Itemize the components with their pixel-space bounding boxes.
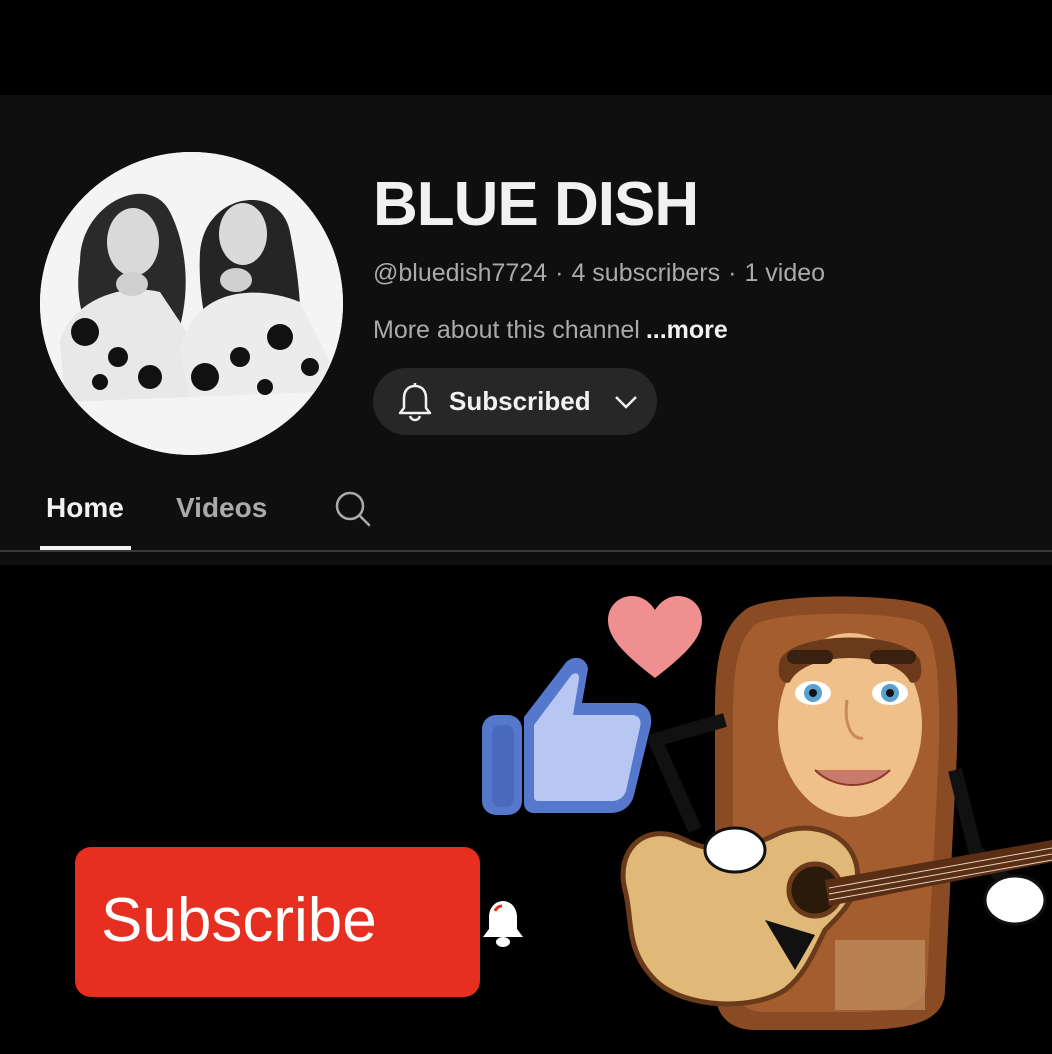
subscribed-label: Subscribed	[449, 386, 591, 416]
channel-handle[interactable]: @bluedish7724	[373, 259, 547, 287]
channel-tabs: Home Videos	[0, 480, 1052, 552]
bell-icon	[483, 901, 523, 947]
channel-about[interactable]: More about this channel ...more	[373, 315, 728, 345]
channel-avatar[interactable]	[40, 152, 343, 455]
meta-separator: ·	[728, 259, 737, 287]
about-text: More about this channel	[373, 316, 640, 344]
subscribe-button[interactable]: Subscribe	[75, 847, 523, 997]
avatar-photo	[40, 152, 343, 455]
subscribe-label: Subscribe	[101, 886, 377, 955]
top-black-strip	[0, 0, 1052, 95]
guitar-character	[620, 596, 1052, 1030]
more-link[interactable]: ...more	[646, 316, 728, 344]
video-count: 1 video	[744, 259, 826, 287]
meta-separator: ·	[555, 259, 564, 287]
tab-home[interactable]: Home	[46, 490, 124, 526]
subscribed-button[interactable]: Subscribed	[373, 368, 657, 435]
tabs-divider	[0, 550, 1052, 552]
bell-icon	[397, 382, 433, 422]
search-icon[interactable]	[332, 488, 372, 528]
tab-videos[interactable]: Videos	[176, 490, 267, 526]
subscriber-count: 4 subscribers	[571, 259, 721, 287]
channel-name: BLUE DISH	[373, 170, 699, 239]
chevron-down-icon	[613, 393, 639, 411]
channel-meta: @bluedish7724 · 4 subscribers · 1 video	[373, 258, 825, 288]
